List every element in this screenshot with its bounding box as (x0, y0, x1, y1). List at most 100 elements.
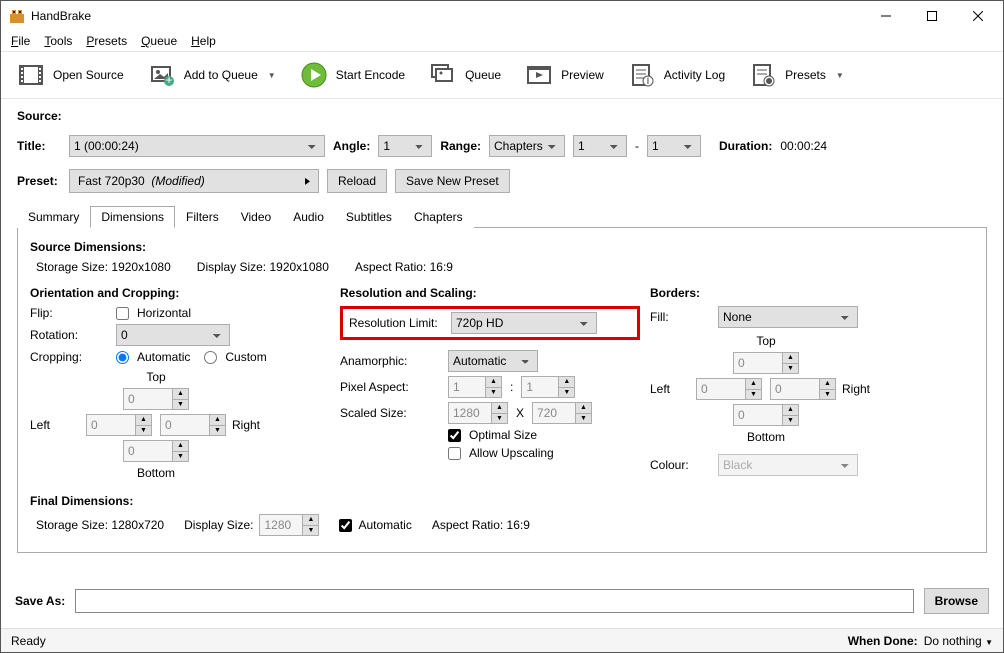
tab-filters[interactable]: Filters (175, 206, 230, 228)
scaled-h-spinner[interactable]: ▲▼ (532, 402, 592, 424)
border-top-spinner[interactable]: ▲▼ (733, 352, 799, 374)
fill-label: Fill: (650, 310, 710, 324)
resolution-limit-highlight: Resolution Limit: 720p HD (340, 306, 640, 340)
presets-button[interactable]: Presets ▼ (741, 57, 852, 93)
range-type-select[interactable]: Chapters (489, 135, 565, 157)
title-select[interactable]: 1 (00:00:24) (69, 135, 325, 157)
titlebar: HandBrake (1, 1, 1003, 31)
queue-icon (429, 61, 457, 89)
menu-queue[interactable]: Queue (135, 32, 183, 50)
tab-dimensions[interactable]: Dimensions (90, 206, 175, 228)
chevron-right-icon: ▸ (305, 173, 310, 188)
when-done-dropdown[interactable]: Do nothing ▼ (924, 634, 993, 648)
pixel-aspect-b[interactable]: ▲▼ (521, 376, 575, 398)
minimize-button[interactable] (863, 1, 909, 31)
borders-head: Borders: (650, 286, 930, 300)
cropping-automatic-radio[interactable] (116, 351, 129, 364)
add-queue-button[interactable]: + Add to Queue ▼ (140, 57, 284, 93)
preset-selector[interactable]: Fast 720p30 (Modified) ▸ (69, 169, 319, 193)
activity-log-button[interactable]: i Activity Log (620, 57, 733, 93)
allow-up-label: Allow Upscaling (469, 446, 554, 460)
title-label: Title: (17, 139, 61, 153)
pixel-aspect-a[interactable]: ▲▼ (448, 376, 502, 398)
angle-label: Angle: (333, 139, 370, 153)
start-encode-label: Start Encode (336, 68, 405, 82)
crop-top-spinner[interactable]: ▲▼ (123, 388, 189, 410)
optimal-label: Optimal Size (469, 428, 537, 442)
play-icon (300, 61, 328, 89)
colour-select[interactable]: Black (718, 454, 858, 476)
tab-audio[interactable]: Audio (282, 206, 335, 228)
anam-label: Anamorphic: (340, 354, 440, 368)
border-right-spinner[interactable]: ▲▼ (770, 378, 836, 400)
close-button[interactable] (955, 1, 1001, 31)
auto-label: Automatic (137, 350, 190, 364)
tab-chapters[interactable]: Chapters (403, 206, 474, 228)
menu-file[interactable]: File (5, 32, 36, 50)
final-display-spinner[interactable]: ▲▼ (259, 514, 319, 536)
rotation-label: Rotation: (30, 328, 108, 342)
dimensions-panel: Source Dimensions: Storage Size: 1920x10… (17, 228, 987, 553)
svg-text:i: i (646, 73, 649, 87)
custom-label: Custom (225, 350, 266, 364)
when-done-label: When Done: (848, 634, 918, 648)
open-source-label: Open Source (53, 68, 124, 82)
pixasp-label: Pixel Aspect: (340, 380, 440, 394)
tab-summary[interactable]: Summary (17, 206, 90, 228)
menu-tools[interactable]: Tools (38, 32, 78, 50)
menu-presets[interactable]: Presets (80, 32, 133, 50)
range-from-select[interactable]: 1 (573, 135, 627, 157)
tab-subtitles[interactable]: Subtitles (335, 206, 403, 228)
duration-label: Duration: (719, 139, 772, 153)
border-right-label: Right (842, 382, 870, 396)
preview-button[interactable]: Preview (517, 57, 612, 93)
flip-horizontal-checkbox[interactable] (116, 307, 129, 320)
menu-help[interactable]: Help (185, 32, 222, 50)
scaled-x: X (516, 406, 524, 420)
start-encode-button[interactable]: Start Encode (292, 57, 413, 93)
menubar: File Tools Presets Queue Help (1, 31, 1003, 51)
rotation-select[interactable]: 0 (116, 324, 230, 346)
resolution-limit-select[interactable]: 720p HD (451, 312, 597, 334)
fill-select[interactable]: None (718, 306, 858, 328)
preset-label: Preset: (17, 174, 61, 188)
scaled-w-spinner[interactable]: ▲▼ (448, 402, 508, 424)
save-as-input[interactable] (75, 589, 913, 613)
optimal-size-checkbox[interactable] (448, 429, 461, 442)
cropping-label: Cropping: (30, 350, 108, 364)
open-source-button[interactable]: Open Source (9, 57, 132, 93)
crop-right-spinner[interactable]: ▲▼ (160, 414, 226, 436)
save-as-label: Save As: (15, 594, 65, 608)
final-automatic-checkbox[interactable] (339, 519, 352, 532)
horizontal-label: Horizontal (137, 306, 191, 320)
final-display-group: Display Size: ▲▼ (184, 514, 319, 536)
border-bottom-spinner[interactable]: ▲▼ (733, 404, 799, 426)
save-as-row: Save As: Browse (1, 582, 1003, 620)
final-dimensions-head: Final Dimensions: (30, 494, 974, 508)
cropping-custom-radio[interactable] (204, 351, 217, 364)
reload-button[interactable]: Reload (327, 169, 387, 193)
image-plus-icon: + (148, 61, 176, 89)
tab-video[interactable]: Video (230, 206, 282, 228)
crop-left-spinner[interactable]: ▲▼ (86, 414, 152, 436)
queue-button[interactable]: Queue (421, 57, 509, 93)
activity-label: Activity Log (664, 68, 725, 82)
add-queue-label: Add to Queue (184, 68, 258, 82)
range-to-select[interactable]: 1 (647, 135, 701, 157)
scaled-label: Scaled Size: (340, 406, 440, 420)
browse-button[interactable]: Browse (924, 588, 989, 614)
final-aspect-text: Aspect Ratio: 16:9 (432, 518, 530, 532)
svg-text:+: + (165, 73, 172, 87)
crop-bottom-spinner[interactable]: ▲▼ (123, 440, 189, 462)
allow-upscaling-checkbox[interactable] (448, 447, 461, 460)
presets-label: Presets (785, 68, 826, 82)
maximize-button[interactable] (909, 1, 955, 31)
res-limit-label: Resolution Limit: (349, 316, 441, 330)
status-ready: Ready (11, 634, 46, 648)
flip-label: Flip: (30, 306, 108, 320)
angle-select[interactable]: 1 (378, 135, 432, 157)
save-new-preset-button[interactable]: Save New Preset (395, 169, 510, 193)
border-left-spinner[interactable]: ▲▼ (696, 378, 762, 400)
anamorphic-select[interactable]: Automatic (448, 350, 538, 372)
border-left-label: Left (650, 382, 670, 396)
